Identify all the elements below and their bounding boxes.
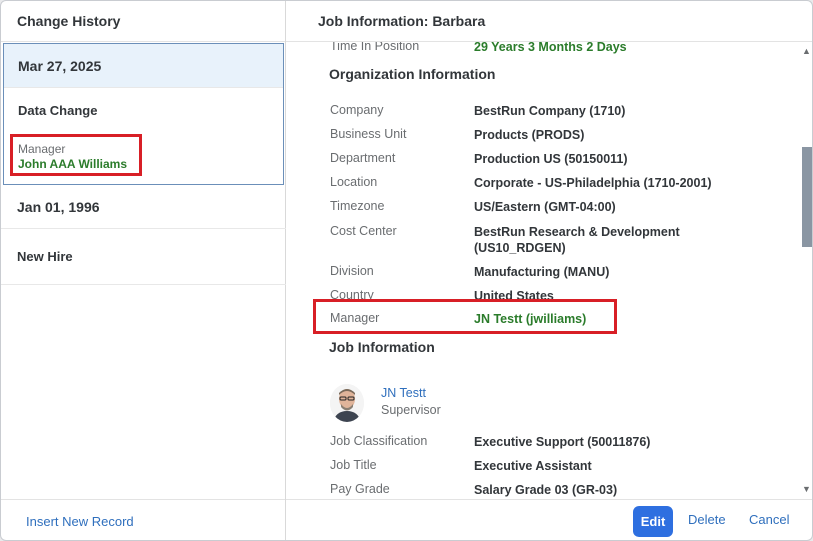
supervisor-role: Supervisor <box>381 403 441 417</box>
field-value: Corporate - US-Philadelphia (1710-2001) <box>474 176 712 190</box>
field-label: Country <box>330 288 374 302</box>
supervisor-avatar <box>330 384 364 422</box>
field-label: Pay Grade <box>330 482 390 496</box>
change-field-label: Manager <box>18 142 66 156</box>
field-value: BestRun Company (1710) <box>474 104 626 118</box>
job-information-panel: Job Information: Barbara Time In Positio… <box>286 1 812 540</box>
job-information-scroll-area[interactable]: Time In Position 29 Years 3 Months 2 Day… <box>286 42 812 498</box>
insert-new-record-link[interactable]: Insert New Record <box>26 514 134 529</box>
record-date[interactable]: Mar 27, 2025 <box>4 44 283 88</box>
record-change: Manager John AAA Williams <box>4 132 283 184</box>
scrollbar-thumb[interactable] <box>802 147 812 247</box>
field-label: Manager <box>330 311 380 325</box>
field-label: Time In Position <box>330 42 420 53</box>
edit-button[interactable]: Edit <box>633 506 673 537</box>
history-record-selected[interactable]: Mar 27, 2025 Data Change Manager John AA… <box>3 43 284 185</box>
field-value: Manufacturing (MANU) <box>474 265 610 279</box>
field-value: Products (PRODS) <box>474 128 585 142</box>
record-date[interactable]: Jan 01, 1996 <box>1 185 286 229</box>
change-field-value: John AAA Williams <box>18 157 128 171</box>
supervisor-name-link[interactable]: JN Testt <box>381 386 426 400</box>
field-value: United States <box>474 289 554 303</box>
field-label: Location <box>330 175 378 189</box>
scroll-up-icon[interactable]: ▲ <box>802 46 811 56</box>
change-history-dialog: Change History Mar 27, 2025 Data Change … <box>0 0 813 541</box>
history-list: Mar 27, 2025 Data Change Manager John AA… <box>1 42 286 285</box>
vertical-scrollbar[interactable]: ▲ ▼ <box>798 42 812 498</box>
field-label: Job Title <box>330 458 377 472</box>
delete-button[interactable]: Delete <box>688 512 726 527</box>
field-label: Cost Center <box>330 224 397 238</box>
field-label: Timezone <box>330 199 385 213</box>
field-value: BestRun Research & Development (US10_RDG… <box>474 225 680 255</box>
change-history-title: Change History <box>1 1 285 42</box>
field-value: Executive Assistant <box>474 459 592 473</box>
field-value: Production US (50150011) <box>474 152 628 166</box>
person-avatar-icon <box>330 384 364 422</box>
manager-value: JN Testt (jwilliams) <box>474 312 587 326</box>
cancel-button[interactable]: Cancel <box>749 512 789 527</box>
field-value: Salary Grade 03 (GR-03) <box>474 483 618 497</box>
field-label: Job Classification <box>330 434 428 448</box>
field-value: US/Eastern (GMT-04:00) <box>474 200 616 214</box>
field-value: 29 Years 3 Months 2 Days <box>474 42 627 54</box>
record-type: Data Change <box>18 102 98 118</box>
job-information-title: Job Information: Barbara <box>286 1 812 42</box>
field-value: Executive Support (50011876) <box>474 435 651 449</box>
record-type: New Hire <box>1 229 286 285</box>
left-footer: Insert New Record <box>1 499 285 540</box>
scroll-down-icon[interactable]: ▼ <box>802 484 811 494</box>
right-footer: Edit Delete Cancel <box>286 499 812 540</box>
organization-section-title: Organization Information <box>329 66 496 82</box>
field-label: Company <box>330 103 384 117</box>
job-section-title: Job Information <box>329 339 435 355</box>
change-history-panel: Change History Mar 27, 2025 Data Change … <box>1 1 286 540</box>
field-label: Department <box>330 151 396 165</box>
field-label: Business Unit <box>330 127 407 141</box>
field-label: Division <box>330 264 374 278</box>
